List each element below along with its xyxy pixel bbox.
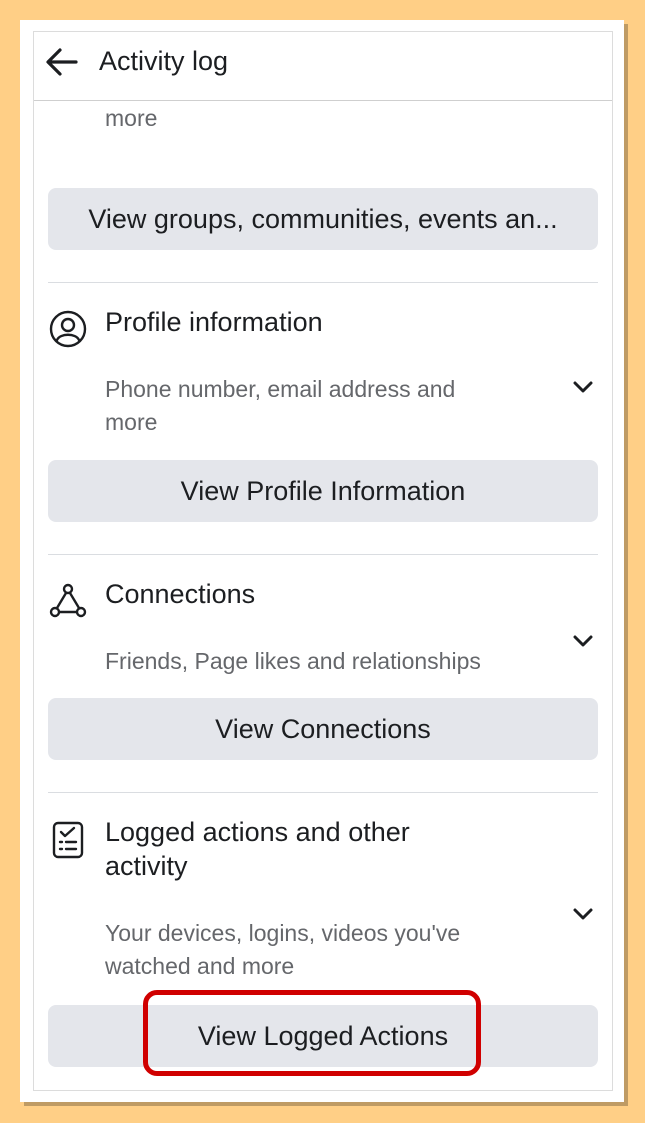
divider [48, 282, 598, 283]
chevron-down-icon[interactable] [572, 380, 594, 394]
profile-information-subtitle-2: more [105, 409, 158, 435]
view-profile-information-button[interactable]: View Profile Information [48, 460, 598, 522]
view-groups-button[interactable]: View groups, communities, events an... [48, 188, 598, 250]
divider [48, 792, 598, 793]
connections-title: Connections [105, 579, 256, 609]
divider [48, 554, 598, 555]
app-header: Activity log [34, 32, 612, 101]
view-logged-actions-button[interactable]: View Logged Actions [48, 1005, 598, 1067]
screenshot-frame: Activity log more View groups, communiti… [20, 20, 624, 1102]
page-title: Activity log [99, 46, 229, 76]
logged-actions-subtitle-2: watched and more [105, 953, 295, 979]
profile-information-subtitle-1: Phone number, email address and [105, 376, 456, 402]
chevron-down-icon[interactable] [572, 634, 594, 648]
checklist-icon [52, 821, 84, 859]
view-connections-button[interactable]: View Connections [48, 698, 598, 760]
groups-subtitle: more [105, 105, 158, 131]
user-circle-icon [49, 310, 87, 348]
arrow-left-icon[interactable] [44, 46, 80, 78]
network-triangle-icon [49, 583, 87, 618]
connections-subtitle: Friends, Page likes and relationships [105, 648, 481, 674]
activity-log-screen: Activity log more View groups, communiti… [33, 31, 613, 1091]
logged-actions-title-2: activity [105, 851, 188, 881]
chevron-down-icon[interactable] [572, 907, 594, 921]
profile-information-title: Profile information [105, 307, 323, 337]
logged-actions-title-1: Logged actions and other [105, 817, 410, 847]
logged-actions-subtitle-1: Your devices, logins, videos you've [105, 920, 461, 946]
